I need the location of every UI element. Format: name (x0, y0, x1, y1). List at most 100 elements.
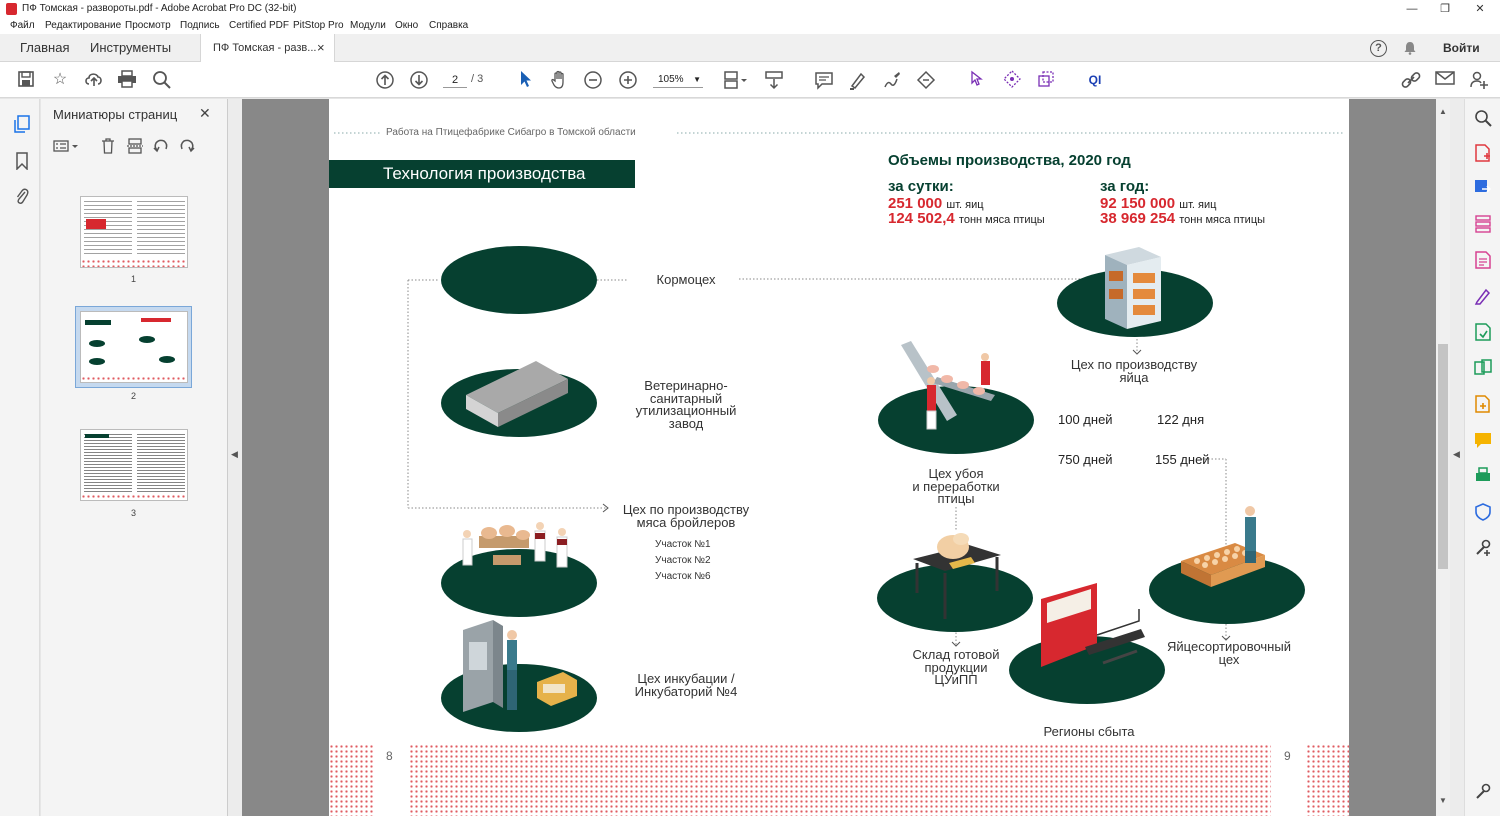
scroll-thumb[interactable] (1438, 344, 1448, 569)
bell-icon[interactable] (1403, 41, 1417, 55)
zoom-in-icon[interactable] (618, 70, 638, 90)
more-tools-icon[interactable] (1474, 539, 1492, 562)
print-production-icon[interactable] (1474, 467, 1492, 490)
tab-home[interactable]: Главная (20, 34, 69, 62)
per-day-meat: 124 502,4 тонн мяса птицы (888, 210, 1045, 227)
select-arrow-icon[interactable] (515, 70, 535, 90)
incubator-icon (463, 620, 577, 712)
pitstop-select-icon[interactable] (1002, 70, 1022, 90)
acrobat-icon (6, 3, 17, 15)
menu-certified-pdf[interactable]: Certified PDF (229, 20, 289, 31)
qi-icon[interactable]: QI (1085, 70, 1105, 90)
days-1: 100 дней (1058, 412, 1113, 427)
prev-page-icon[interactable] (375, 70, 395, 90)
protect-shield-icon[interactable] (1474, 503, 1492, 526)
send-review-icon[interactable] (1474, 323, 1492, 346)
thumbnail-page-2[interactable] (80, 311, 188, 383)
tab-close-icon[interactable]: × (317, 34, 325, 62)
export-pdf-icon[interactable] (1474, 179, 1492, 202)
menu-file[interactable]: Файл (10, 20, 35, 31)
thumbnail-options-icon[interactable] (53, 139, 81, 158)
close-window-button[interactable]: ✕ (1464, 0, 1496, 18)
page-number-input[interactable]: 2 (443, 72, 467, 88)
help-icon[interactable]: ? (1370, 40, 1387, 57)
comment-tool-icon[interactable] (1474, 431, 1492, 454)
organize-pages-icon[interactable] (1474, 215, 1492, 238)
star-icon[interactable]: ☆ (50, 70, 70, 90)
site-6: Участок №6 (655, 571, 711, 582)
minimize-button[interactable]: — (1396, 0, 1428, 18)
compare-icon[interactable] (1474, 359, 1492, 382)
save-icon[interactable] (16, 70, 36, 90)
login-button[interactable]: Войти (1443, 34, 1480, 62)
window-title: ПФ Томская - развороты.pdf - Adobe Acrob… (22, 3, 297, 14)
days-4: 155 дней (1155, 452, 1210, 467)
node-sorting: Яйцесортировочный цех (1167, 639, 1291, 667)
scroll-down-icon[interactable]: ▼ (1439, 796, 1447, 805)
node-feed: Кормоцех (656, 272, 716, 287)
maximize-button[interactable]: ❐ (1429, 0, 1461, 18)
zoom-value: 105% (658, 74, 684, 85)
menu-window[interactable]: Окно (395, 20, 418, 31)
thumbnail-page-1[interactable] (80, 196, 188, 268)
search-icon[interactable] (152, 70, 172, 90)
zoom-select[interactable]: 105% ▼ (653, 72, 703, 88)
tab-document[interactable]: ПФ Томская - разв... × (200, 34, 335, 62)
node-broiler: Цех по производству мяса бройлеров (622, 502, 750, 530)
scroll-up-icon[interactable]: ▲ (1439, 107, 1447, 116)
node-incubation: Цех инкубации / Инкубаторий №4 (634, 671, 738, 699)
add-user-icon[interactable] (1469, 70, 1489, 90)
hand-tool-icon[interactable] (549, 70, 569, 90)
print-icon[interactable] (117, 70, 137, 90)
comment-icon[interactable] (814, 70, 834, 90)
bookmark-icon[interactable] (15, 152, 29, 175)
dot-pattern-right (1306, 744, 1349, 816)
menu-modules[interactable]: Модули (350, 20, 386, 31)
create-pdf-icon[interactable] (1474, 144, 1492, 167)
tools-settings-icon[interactable] (1474, 783, 1492, 806)
rotate-left-icon[interactable] (153, 138, 169, 159)
right-panel-collapse[interactable]: ◀ (1450, 99, 1464, 816)
menu-sign[interactable]: Подпись (180, 20, 220, 31)
combine-icon[interactable] (1474, 395, 1492, 418)
cloud-upload-icon[interactable] (84, 70, 104, 90)
delete-page-icon[interactable] (101, 138, 115, 159)
stamp-icon[interactable] (916, 70, 936, 90)
vertical-scrollbar[interactable]: ▲ ▼ (1436, 99, 1450, 816)
site-2: Участок №2 (655, 555, 711, 566)
tab-tools[interactable]: Инструменты (90, 34, 171, 62)
menu-edit[interactable]: Редактирование (45, 20, 121, 31)
thumbnail-page-3[interactable] (80, 429, 188, 501)
highlight-pen-icon[interactable] (848, 70, 868, 90)
menu-view[interactable]: Просмотр (125, 20, 171, 31)
rotate-right-icon[interactable] (179, 138, 195, 159)
left-panel-collapse[interactable]: ◀ (228, 99, 242, 816)
egg-sorting-icon (1181, 506, 1265, 587)
menu-help[interactable]: Справка (429, 20, 468, 31)
attachment-icon[interactable] (15, 187, 29, 210)
scroll-mode-icon[interactable] (764, 70, 784, 90)
tab-bar: Главная Инструменты ПФ Томская - разв...… (0, 34, 1500, 62)
zoom-search-icon[interactable] (1474, 109, 1492, 132)
share-link-icon[interactable] (1400, 70, 1421, 90)
extract-pages-icon[interactable] (127, 138, 143, 159)
page-thumbnails-icon[interactable] (13, 115, 31, 138)
retail-stand-icon (1041, 583, 1145, 667)
edit-pdf-icon[interactable] (1474, 251, 1492, 274)
building-icon (466, 361, 568, 427)
transform-icon[interactable] (1036, 70, 1056, 90)
zoom-out-icon[interactable] (583, 70, 603, 90)
tab-document-label: ПФ Томская - разв... (213, 42, 317, 54)
page-layout-icon[interactable] (723, 70, 747, 90)
volumes-title: Объемы производства, 2020 год (888, 152, 1131, 169)
thumbnail-label-2: 2 (131, 391, 137, 401)
node-slaughter: Цех убоя и переработки птицы (912, 466, 1000, 506)
fill-sign-icon[interactable] (1474, 287, 1492, 310)
draw-icon[interactable] (882, 70, 902, 90)
mail-icon[interactable] (1435, 70, 1455, 90)
broiler-sites: Участок №1 Участок №2 Участок №6 (655, 537, 711, 585)
select-object-icon[interactable] (967, 70, 987, 90)
close-panel-icon[interactable]: ✕ (199, 105, 211, 122)
next-page-icon[interactable] (409, 70, 429, 90)
menu-pitstop[interactable]: PitStop Pro (293, 20, 344, 31)
